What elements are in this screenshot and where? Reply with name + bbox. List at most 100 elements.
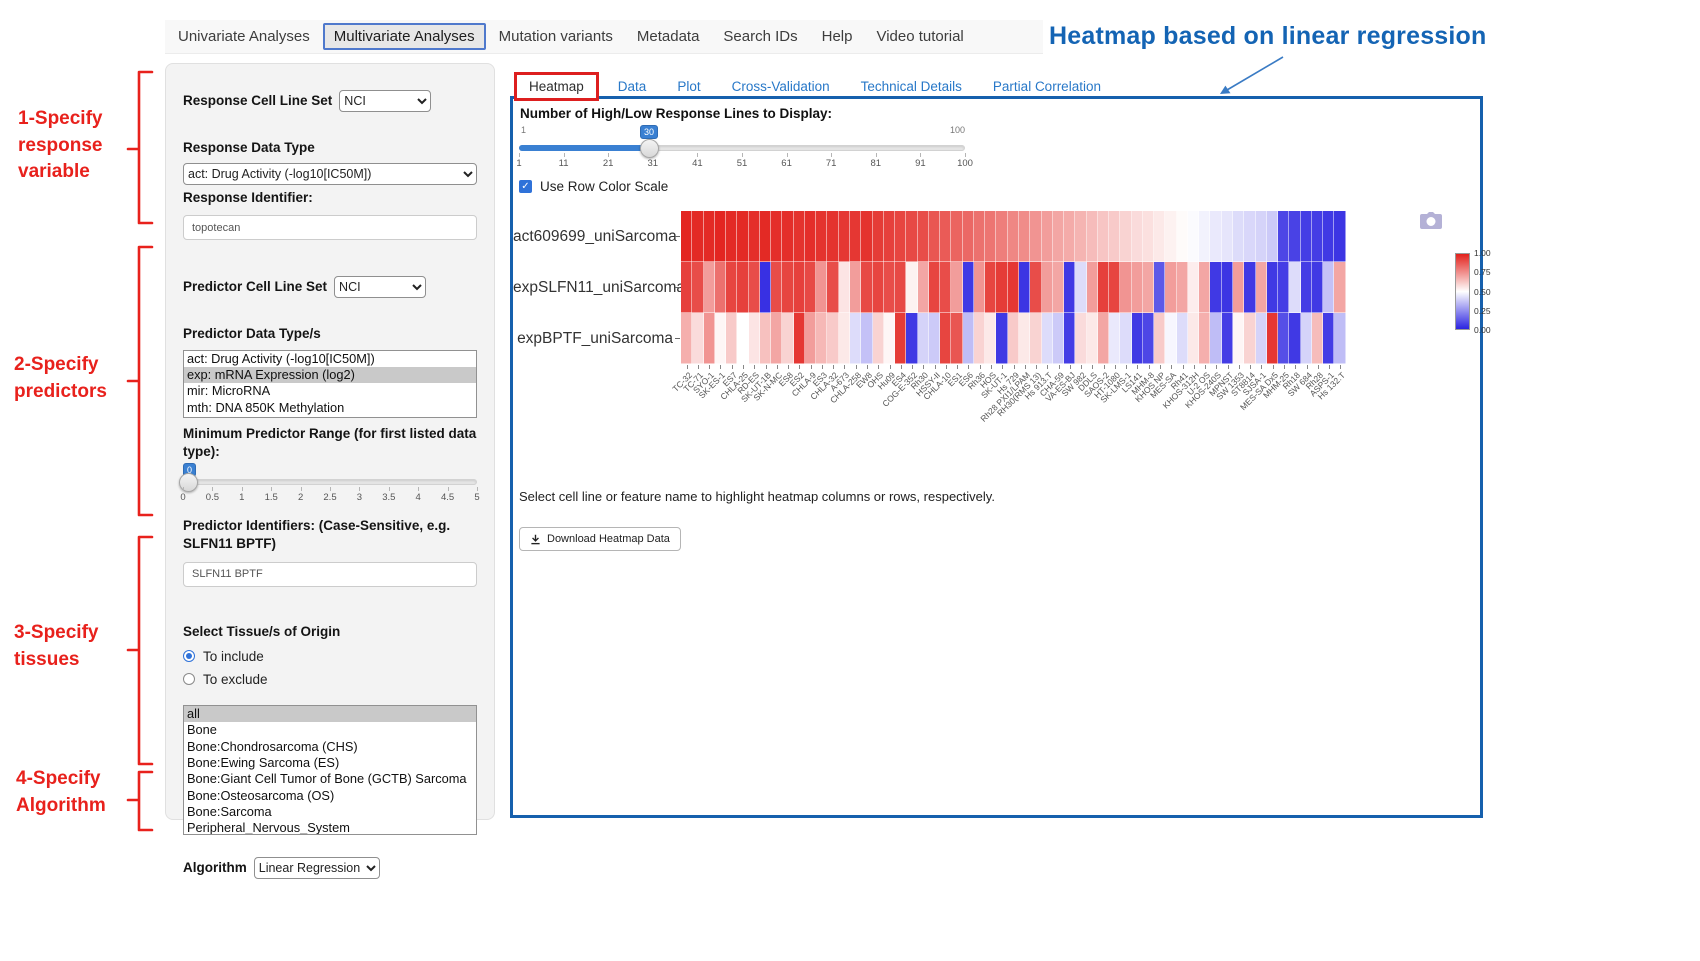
predictor-data-type-list[interactable]: act: Drug Activity (-log10[IC50M])exp: m… xyxy=(183,350,477,418)
heatmap-cell xyxy=(873,211,884,262)
nav-items: Univariate AnalysesMultivariate Analyses… xyxy=(167,23,975,50)
column-tick xyxy=(1092,365,1093,369)
radio-to-exclude[interactable] xyxy=(183,673,195,685)
camera-icon[interactable] xyxy=(1419,211,1443,231)
nav-item-video-tutorial[interactable]: Video tutorial xyxy=(865,23,974,50)
tab-partial-correlation[interactable]: Partial Correlation xyxy=(984,75,1110,98)
predictor-type-option-exp[interactable]: exp: mRNA Expression (log2) xyxy=(184,367,476,383)
step-bracket xyxy=(128,72,152,223)
radio-to-include[interactable] xyxy=(183,650,195,662)
heatmap-cell xyxy=(974,211,985,262)
lines-slider-min: 1 xyxy=(521,125,526,135)
tissue-radio-row: To exclude xyxy=(183,672,477,687)
min-range-track[interactable] xyxy=(183,479,477,485)
heatmap-cell xyxy=(771,313,782,364)
heatmap-cell xyxy=(940,211,951,262)
heatmap-cell xyxy=(1143,262,1154,313)
slider-tick xyxy=(876,153,877,157)
nav-item-search-ids[interactable]: Search IDs xyxy=(712,23,808,50)
heatmap-cell xyxy=(1120,211,1131,262)
column-tick xyxy=(1160,365,1161,369)
colorbar-tick-label: 0.50 xyxy=(1474,288,1491,297)
tissue-option-bone-ewing-sarcoma-es[interactable]: Bone:Ewing Sarcoma (ES) xyxy=(184,755,476,771)
tissue-list[interactable]: allBoneBone:Chondrosarcoma (CHS)Bone:Ewi… xyxy=(183,705,477,835)
nav-item-metadata[interactable]: Metadata xyxy=(626,23,711,50)
nav-item-univariate-analyses[interactable]: Univariate Analyses xyxy=(167,23,321,50)
heatmap-cell xyxy=(929,313,940,364)
heatmap-cell xyxy=(1199,262,1210,313)
heatmap-cell xyxy=(782,313,793,364)
predictor-type-option-act[interactable]: act: Drug Activity (-log10[IC50M]) xyxy=(184,351,476,367)
column-tick xyxy=(766,365,767,369)
tab-technical-details[interactable]: Technical Details xyxy=(852,75,971,98)
heatmap-row xyxy=(681,313,1346,364)
predictor-type-option-mir[interactable]: mir: MicroRNA xyxy=(184,383,476,399)
heatmap-row-label[interactable]: expSLFN11_uniSarcoma xyxy=(513,262,673,313)
heatmap-cell xyxy=(1199,211,1210,262)
heatmap-cell xyxy=(1087,313,1098,364)
algorithm-select[interactable]: Linear Regression xyxy=(254,857,380,879)
tissue-option-bone-osteosarcoma-os[interactable]: Bone:Osteosarcoma (OS) xyxy=(184,788,476,804)
heatmap-cell xyxy=(1188,211,1199,262)
lines-slider-thumb[interactable] xyxy=(640,139,659,158)
heatmap-cell xyxy=(873,313,884,364)
heatmap-cell xyxy=(951,262,962,313)
heatmap-cell xyxy=(681,313,692,364)
response-cell-line-set-select[interactable]: NCI xyxy=(339,90,431,112)
predictor-identifiers-input[interactable] xyxy=(183,562,477,587)
response-data-type-label: Response Data Type xyxy=(183,139,477,157)
heatmap-cell xyxy=(1109,211,1120,262)
slider-tick xyxy=(359,487,360,491)
tissue-option-all[interactable]: all xyxy=(184,706,476,722)
column-tick xyxy=(980,365,981,369)
heatmap-cell xyxy=(1312,262,1323,313)
tab-cross-validation[interactable]: Cross-Validation xyxy=(723,75,839,98)
heatmap-row-label[interactable]: expBPTF_uniSarcoma xyxy=(513,313,673,364)
response-identifier-input[interactable] xyxy=(183,215,477,240)
column-tick xyxy=(1194,365,1195,369)
tab-plot[interactable]: Plot xyxy=(668,75,709,98)
column-tick xyxy=(743,365,744,369)
column-tick xyxy=(1070,365,1071,369)
column-tick xyxy=(1228,365,1229,369)
predictor-cell-line-set-select[interactable]: NCI xyxy=(334,276,426,298)
heatmap-cell xyxy=(1053,313,1064,364)
heatmap-cell xyxy=(1019,211,1030,262)
tissue-option-bone-chondrosarcoma-chs[interactable]: Bone:Chondrosarcoma (CHS) xyxy=(184,739,476,755)
heatmap-row-label[interactable]: act609699_uniSarcoma xyxy=(513,211,673,262)
tissue-option-bone-sarcoma[interactable]: Bone:Sarcoma xyxy=(184,804,476,820)
download-heatmap-button[interactable]: Download Heatmap Data xyxy=(519,527,681,551)
heatmap-cell xyxy=(884,313,895,364)
heatmap-cell xyxy=(726,211,737,262)
heatmap-cell xyxy=(760,313,771,364)
tissue-option-bone[interactable]: Bone xyxy=(184,722,476,738)
slider-tick xyxy=(920,153,921,157)
heatmap-cell xyxy=(1233,313,1244,364)
row-color-scale-checkbox[interactable]: ✓ xyxy=(519,180,532,193)
tab-heatmap[interactable]: Heatmap xyxy=(514,72,599,101)
step-label-2: 2-Specifypredictors xyxy=(14,352,107,405)
tab-data[interactable]: Data xyxy=(609,75,656,98)
nav-item-multivariate-analyses[interactable]: Multivariate Analyses xyxy=(323,23,486,50)
predictor-data-types-label: Predictor Data Type/s xyxy=(183,325,477,343)
column-tick xyxy=(811,365,812,369)
nav-item-mutation-variants[interactable]: Mutation variants xyxy=(488,23,624,50)
column-tick xyxy=(1149,365,1150,369)
column-tick xyxy=(1183,365,1184,369)
column-tick xyxy=(946,365,947,369)
min-range-thumb[interactable] xyxy=(179,473,198,492)
column-tick xyxy=(844,365,845,369)
heatmap-cell xyxy=(771,211,782,262)
heatmap-cell xyxy=(827,262,838,313)
heatmap-cell xyxy=(1087,211,1098,262)
nav-item-help[interactable]: Help xyxy=(811,23,864,50)
heatmap-cell xyxy=(1120,313,1131,364)
heatmap-cell xyxy=(1064,211,1075,262)
tissue-option-bone-giant-cell-tumor-of-bone-gctb-sarcoma[interactable]: Bone:Giant Cell Tumor of Bone (GCTB) Sar… xyxy=(184,771,476,787)
predictor-type-option-mth[interactable]: mth: DNA 850K Methylation xyxy=(184,400,476,416)
tissue-option-peripheral-nervous-system[interactable]: Peripheral_Nervous_System xyxy=(184,820,476,834)
heatmap-cell xyxy=(1132,211,1143,262)
heatmap-cell xyxy=(1008,211,1019,262)
response-data-type-select[interactable]: act: Drug Activity (-log10[IC50M]) xyxy=(183,163,477,185)
heatmap-cell xyxy=(1053,262,1064,313)
